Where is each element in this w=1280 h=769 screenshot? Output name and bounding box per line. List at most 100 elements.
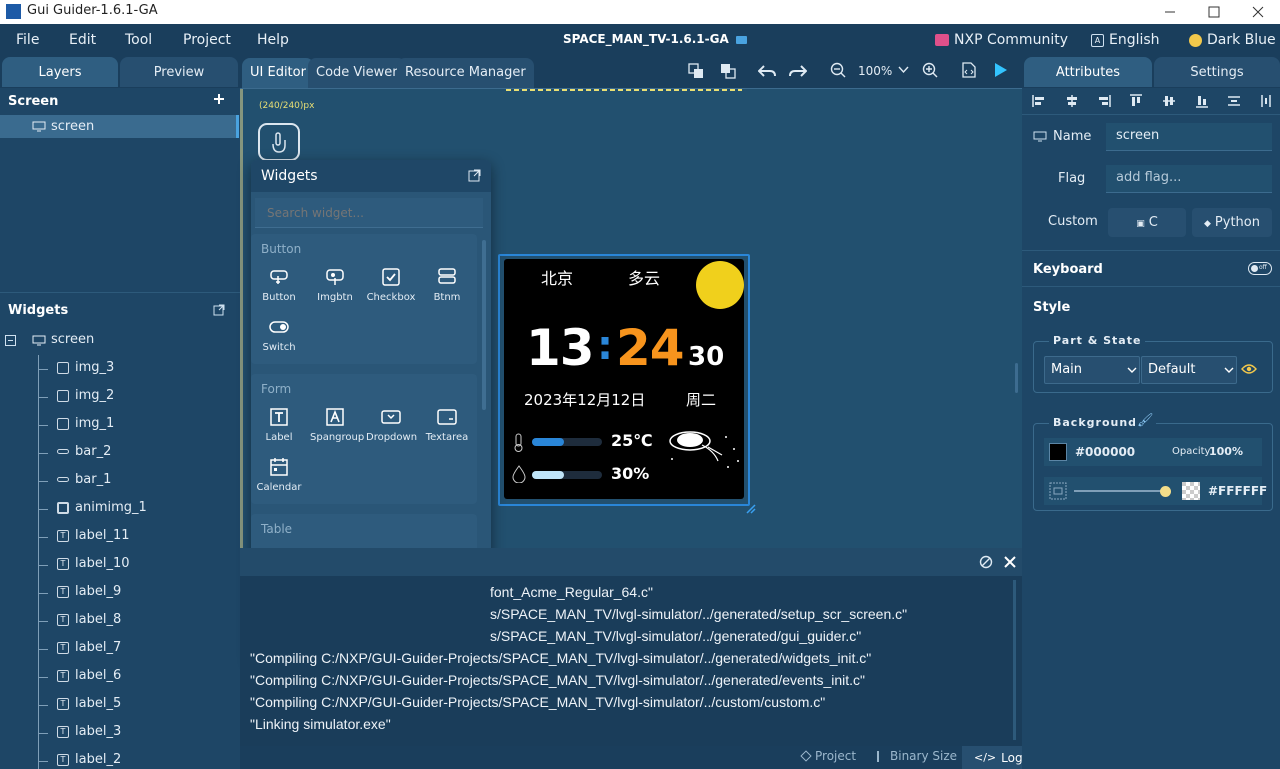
log-scrollbar[interactable] [1013, 580, 1016, 740]
tree-item-label_10[interactable]: Tlabel_10 [0, 551, 236, 579]
brush-icon[interactable]: 🖌 [1135, 413, 1156, 428]
widget-button[interactable]: Button [254, 262, 304, 310]
widget-imgbtn[interactable]: Imgbtn [310, 262, 360, 310]
redo-icon[interactable] [789, 63, 807, 79]
flag-input[interactable]: add flag... [1106, 165, 1272, 193]
gradient-slider-track[interactable] [1074, 490, 1168, 492]
image-icon[interactable] [1049, 482, 1067, 500]
palette-scrollbar[interactable] [482, 240, 486, 410]
widget-spangroup[interactable]: Spangroup [310, 402, 364, 450]
close-window-button[interactable] [1236, 0, 1280, 24]
custom-python-button[interactable]: ◆ Python [1192, 208, 1272, 237]
distribute-vertical-icon[interactable] [1227, 94, 1241, 108]
opacity-value[interactable]: 100% [1209, 445, 1243, 458]
widget-label[interactable]: Label [254, 402, 304, 450]
tab-ui-editor[interactable]: UI Editor [242, 58, 314, 88]
tree-item-img_1[interactable]: img_1 [0, 411, 236, 439]
align-left-icon[interactable] [1032, 94, 1046, 108]
generate-code-icon[interactable] [962, 62, 976, 78]
align-middle-icon[interactable] [1162, 94, 1176, 108]
tab-attributes[interactable]: Attributes [1024, 57, 1152, 87]
widget-textarea[interactable]: Textarea [422, 402, 472, 450]
chevron-down-icon[interactable] [898, 66, 909, 74]
widget-calendar[interactable]: Calendar [254, 452, 304, 500]
tree-item-img_2[interactable]: img_2 [0, 383, 236, 411]
tree-item-label_5[interactable]: Tlabel_5 [0, 691, 236, 719]
status-tab-log[interactable]: </> Log [962, 746, 1023, 769]
undo-icon[interactable] [758, 63, 776, 79]
custom-c-button[interactable]: ▣ C [1108, 208, 1186, 237]
popout-icon[interactable] [213, 304, 225, 316]
close-log-icon[interactable] [1004, 556, 1016, 568]
tree-item-label_9[interactable]: Tlabel_9 [0, 579, 236, 607]
status-tab-binary-size[interactable]: Binary Size [877, 749, 957, 763]
collapse-icon[interactable] [5, 335, 16, 346]
bg-color-value[interactable]: #000000 [1075, 445, 1135, 459]
theme-selector[interactable]: Dark Blue [1189, 32, 1276, 48]
tree-item-bar_1[interactable]: bar_1 [0, 467, 236, 495]
bg-color-row: #000000 Opacity 100% [1044, 438, 1262, 466]
tree-root-screen[interactable]: screen [0, 327, 236, 355]
align-center-horizontal-icon[interactable] [1065, 94, 1079, 108]
tree-item-animimg_1[interactable]: animimg_1 [0, 495, 236, 523]
zoom-in-icon[interactable] [922, 62, 938, 78]
menu-project[interactable]: Project [183, 32, 231, 48]
tree-item-label_3[interactable]: Tlabel_3 [0, 719, 236, 747]
tab-code-viewer[interactable]: Code Viewer [308, 58, 406, 88]
gradient-slider-handle[interactable] [1160, 486, 1171, 497]
status-tab-project[interactable]: Project [800, 749, 856, 763]
keyboard-toggle[interactable]: off [1248, 262, 1272, 275]
tree-item-bar_2[interactable]: bar_2 [0, 439, 236, 467]
tab-resource-manager[interactable]: Resource Manager [397, 58, 534, 88]
tab-preview[interactable]: Preview [120, 57, 238, 87]
maximize-button[interactable] [1192, 0, 1236, 24]
bg-color-swatch[interactable] [1049, 443, 1067, 461]
tree-item-label_8[interactable]: Tlabel_8 [0, 607, 236, 635]
canvas-scrollbar[interactable] [1015, 363, 1018, 393]
menu-file[interactable]: File [16, 32, 39, 48]
nxp-community-link[interactable]: NXP Community [935, 32, 1068, 48]
distribute-horizontal-icon[interactable] [1259, 94, 1273, 108]
tree-branch-line [38, 565, 48, 566]
state-select[interactable]: Default [1141, 356, 1237, 384]
widget-checkbox[interactable]: Checkbox [366, 262, 416, 310]
screen-list-item[interactable]: screen [0, 115, 238, 138]
menu-help[interactable]: Help [257, 32, 289, 48]
align-bottom-icon[interactable] [1195, 94, 1209, 108]
tree-item-label_2[interactable]: Tlabel_2 [0, 747, 236, 769]
add-screen-button[interactable] [212, 92, 226, 106]
tree-item-label_6[interactable]: Tlabel_6 [0, 663, 236, 691]
part-select[interactable]: Main [1044, 356, 1140, 384]
clear-log-icon[interactable] [979, 555, 993, 569]
run-simulator-icon[interactable] [994, 62, 1008, 78]
widget-dropdown[interactable]: Dropdown [366, 402, 417, 450]
tree-item-label_11[interactable]: Tlabel_11 [0, 523, 236, 551]
widget-search-input[interactable] [255, 198, 483, 228]
popout-icon[interactable] [468, 169, 481, 182]
align-top-icon[interactable] [1129, 94, 1143, 108]
name-input[interactable]: screen [1106, 123, 1272, 151]
resize-handle-icon[interactable] [745, 503, 759, 515]
widget-palette-toggle[interactable] [258, 123, 300, 161]
zoom-level[interactable]: 100% [858, 64, 892, 78]
image-icon [57, 390, 69, 402]
widget-btnm[interactable]: Btnm [422, 262, 472, 310]
tree-branch-line [38, 425, 48, 426]
widget-switch[interactable]: Switch [254, 312, 304, 360]
eye-icon[interactable] [1241, 363, 1257, 375]
tree-item-label_7[interactable]: Tlabel_7 [0, 635, 236, 663]
menu-edit[interactable]: Edit [69, 32, 96, 48]
send-back-icon[interactable] [720, 63, 736, 79]
tab-settings[interactable]: Settings [1154, 57, 1280, 87]
menu-tool[interactable]: Tool [125, 32, 152, 48]
bring-front-icon[interactable] [688, 63, 704, 79]
align-right-icon[interactable] [1097, 94, 1111, 108]
tab-layers[interactable]: Layers [2, 57, 118, 87]
grad-color-swatch[interactable] [1182, 482, 1200, 500]
language-selector[interactable]: A English [1091, 32, 1160, 48]
grad-color-value[interactable]: #FFFFFF [1208, 484, 1267, 498]
folder-icon[interactable] [735, 35, 747, 44]
minimize-button[interactable] [1148, 0, 1192, 24]
tree-item-img_3[interactable]: img_3 [0, 355, 236, 383]
zoom-out-icon[interactable] [830, 62, 846, 78]
